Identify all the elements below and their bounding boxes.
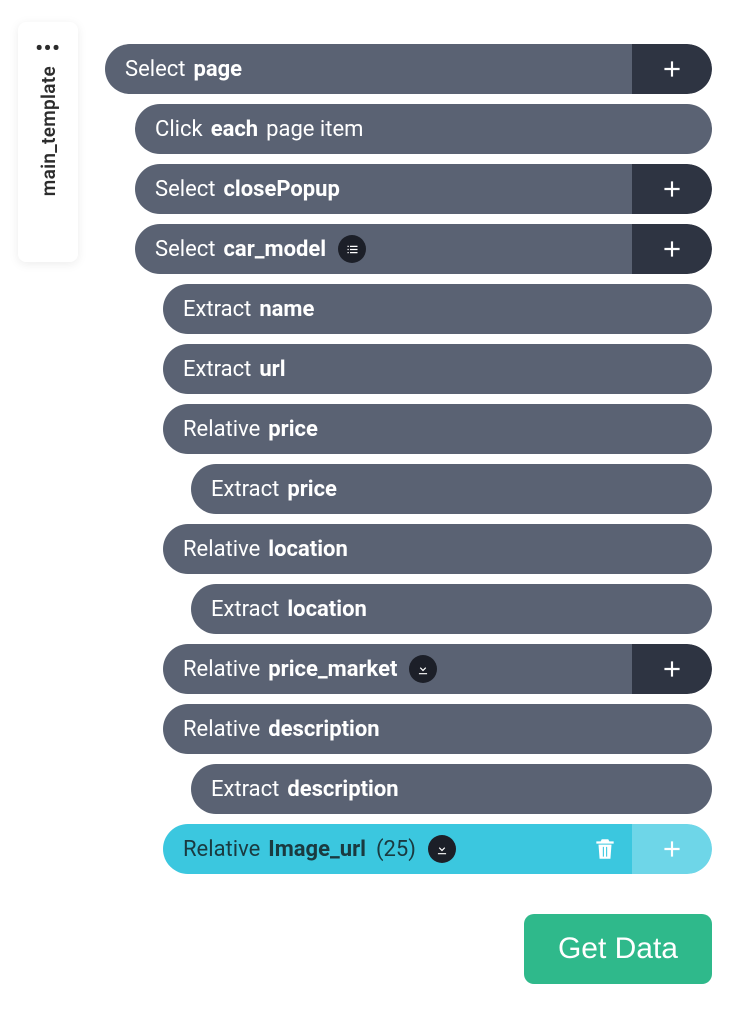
row-value: closePopup <box>223 177 339 202</box>
row-select-page[interactable]: Select page <box>105 44 712 94</box>
row-relative-price-market[interactable]: Relative price_market <box>163 644 712 694</box>
row-click-each[interactable]: Click each page item <box>135 104 712 154</box>
row-suffix: page item <box>266 117 363 142</box>
download-badge[interactable] <box>409 655 437 683</box>
row-select-car-model[interactable]: Select car_model <box>135 224 712 274</box>
row-prefix: Extract <box>211 477 279 502</box>
get-data-button[interactable]: Get Data <box>524 914 712 984</box>
row-prefix: Select <box>155 177 215 202</box>
row-prefix: Extract <box>183 297 251 322</box>
row-relative-price[interactable]: Relative price <box>163 404 712 454</box>
row-value: url <box>259 357 285 382</box>
add-button[interactable] <box>632 164 712 214</box>
add-button[interactable] <box>632 644 712 694</box>
plus-icon <box>659 176 685 202</box>
plus-icon <box>659 836 685 862</box>
add-button[interactable] <box>632 44 712 94</box>
plus-icon <box>659 56 685 82</box>
row-extract-url[interactable]: Extract url <box>163 344 712 394</box>
row-prefix: Extract <box>211 777 279 802</box>
row-prefix: Relative <box>183 717 260 742</box>
row-value: page <box>193 57 242 82</box>
row-value: description <box>268 717 379 742</box>
row-prefix: Select <box>155 237 215 262</box>
row-prefix: Relative <box>183 417 260 442</box>
sidebar-template-tab[interactable]: ••• main_template <box>18 22 78 262</box>
add-button[interactable] <box>632 224 712 274</box>
row-value: location <box>268 537 348 562</box>
plus-icon <box>659 236 685 262</box>
list-badge[interactable] <box>338 235 366 263</box>
row-extract-description[interactable]: Extract description <box>191 764 712 814</box>
row-extract-location[interactable]: Extract location <box>191 584 712 634</box>
row-extract-name[interactable]: Extract name <box>163 284 712 334</box>
delete-button[interactable] <box>592 836 618 862</box>
row-relative-image-url[interactable]: Relative Image_url (25) <box>163 824 712 874</box>
plus-icon <box>659 656 685 682</box>
row-extract-price[interactable]: Extract price <box>191 464 712 514</box>
row-value: name <box>259 297 314 322</box>
download-icon <box>435 842 449 856</box>
row-count: (25) <box>376 837 416 862</box>
template-tree: Select page Click each page item Select … <box>105 44 712 1010</box>
row-value: price <box>287 477 337 502</box>
row-prefix: Click <box>155 117 203 142</box>
tab-label: main_template <box>37 66 60 196</box>
row-prefix: Extract <box>211 597 279 622</box>
row-prefix: Relative <box>183 657 260 682</box>
download-icon <box>416 662 430 676</box>
row-relative-location[interactable]: Relative location <box>163 524 712 574</box>
row-value: price_market <box>268 657 397 682</box>
list-icon <box>345 242 360 257</box>
row-bold: each <box>211 117 258 142</box>
add-button[interactable] <box>632 824 712 874</box>
row-select-close-popup[interactable]: Select closePopup <box>135 164 712 214</box>
row-value: location <box>287 597 367 622</box>
row-value: Image_url <box>268 837 366 862</box>
row-prefix: Extract <box>183 357 251 382</box>
row-value: car_model <box>223 237 326 262</box>
download-badge[interactable] <box>428 835 456 863</box>
row-prefix: Select <box>125 57 185 82</box>
row-prefix: Relative <box>183 537 260 562</box>
row-value: description <box>287 777 398 802</box>
row-value: price <box>268 417 318 442</box>
row-prefix: Relative <box>183 837 260 862</box>
trash-icon <box>592 836 618 862</box>
row-relative-description[interactable]: Relative description <box>163 704 712 754</box>
ellipsis-icon[interactable]: ••• <box>35 36 60 60</box>
